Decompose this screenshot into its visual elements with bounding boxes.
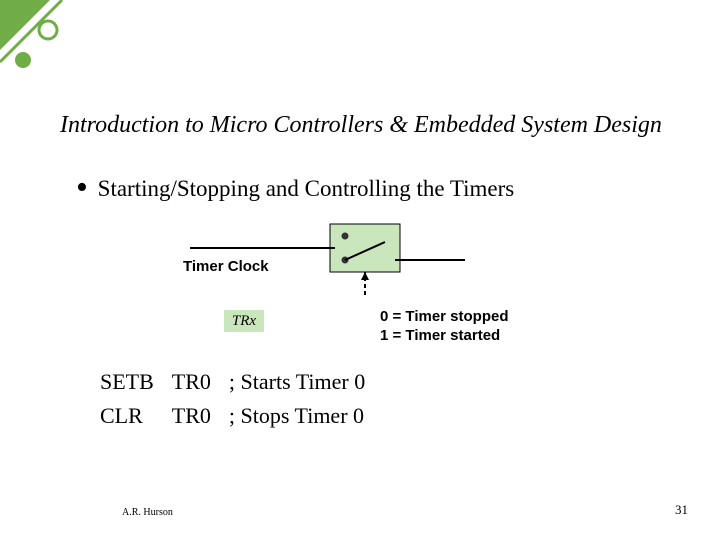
legend-line-1: 1 = Timer started (380, 327, 509, 346)
switch-legend: 0 = Timer stopped 1 = Timer started (380, 308, 509, 346)
slide-title: Introduction to Micro Controllers & Embe… (60, 112, 680, 139)
switch-diagram: Timer Clock (170, 220, 470, 300)
code-operand: TR0 (172, 365, 229, 399)
trx-label-box: TRx (224, 310, 264, 332)
code-mnemonic: CLR (100, 399, 172, 433)
legend-line-0: 0 = Timer stopped (380, 308, 509, 327)
code-mnemonic: SETB (100, 365, 172, 399)
bullet-text: Starting/Stopping and Controlling the Ti… (98, 176, 515, 201)
code-table: SETB TR0 ; Starts Timer 0 CLR TR0 ; Stop… (100, 365, 383, 433)
code-comment: ; Starts Timer 0 (229, 365, 383, 399)
code-comment: ; Stops Timer 0 (229, 399, 383, 433)
timer-clock-label: Timer Clock (183, 258, 269, 275)
slide: Introduction to Micro Controllers & Embe… (0, 0, 720, 540)
corner-decoration (0, 0, 120, 120)
table-row: SETB TR0 ; Starts Timer 0 (100, 365, 383, 399)
bullet-line: • Starting/Stopping and Controlling the … (76, 176, 680, 202)
footer-author: A.R. Hurson (122, 507, 173, 518)
table-row: CLR TR0 ; Stops Timer 0 (100, 399, 383, 433)
footer-page-number: 31 (675, 502, 688, 518)
code-operand: TR0 (172, 399, 229, 433)
